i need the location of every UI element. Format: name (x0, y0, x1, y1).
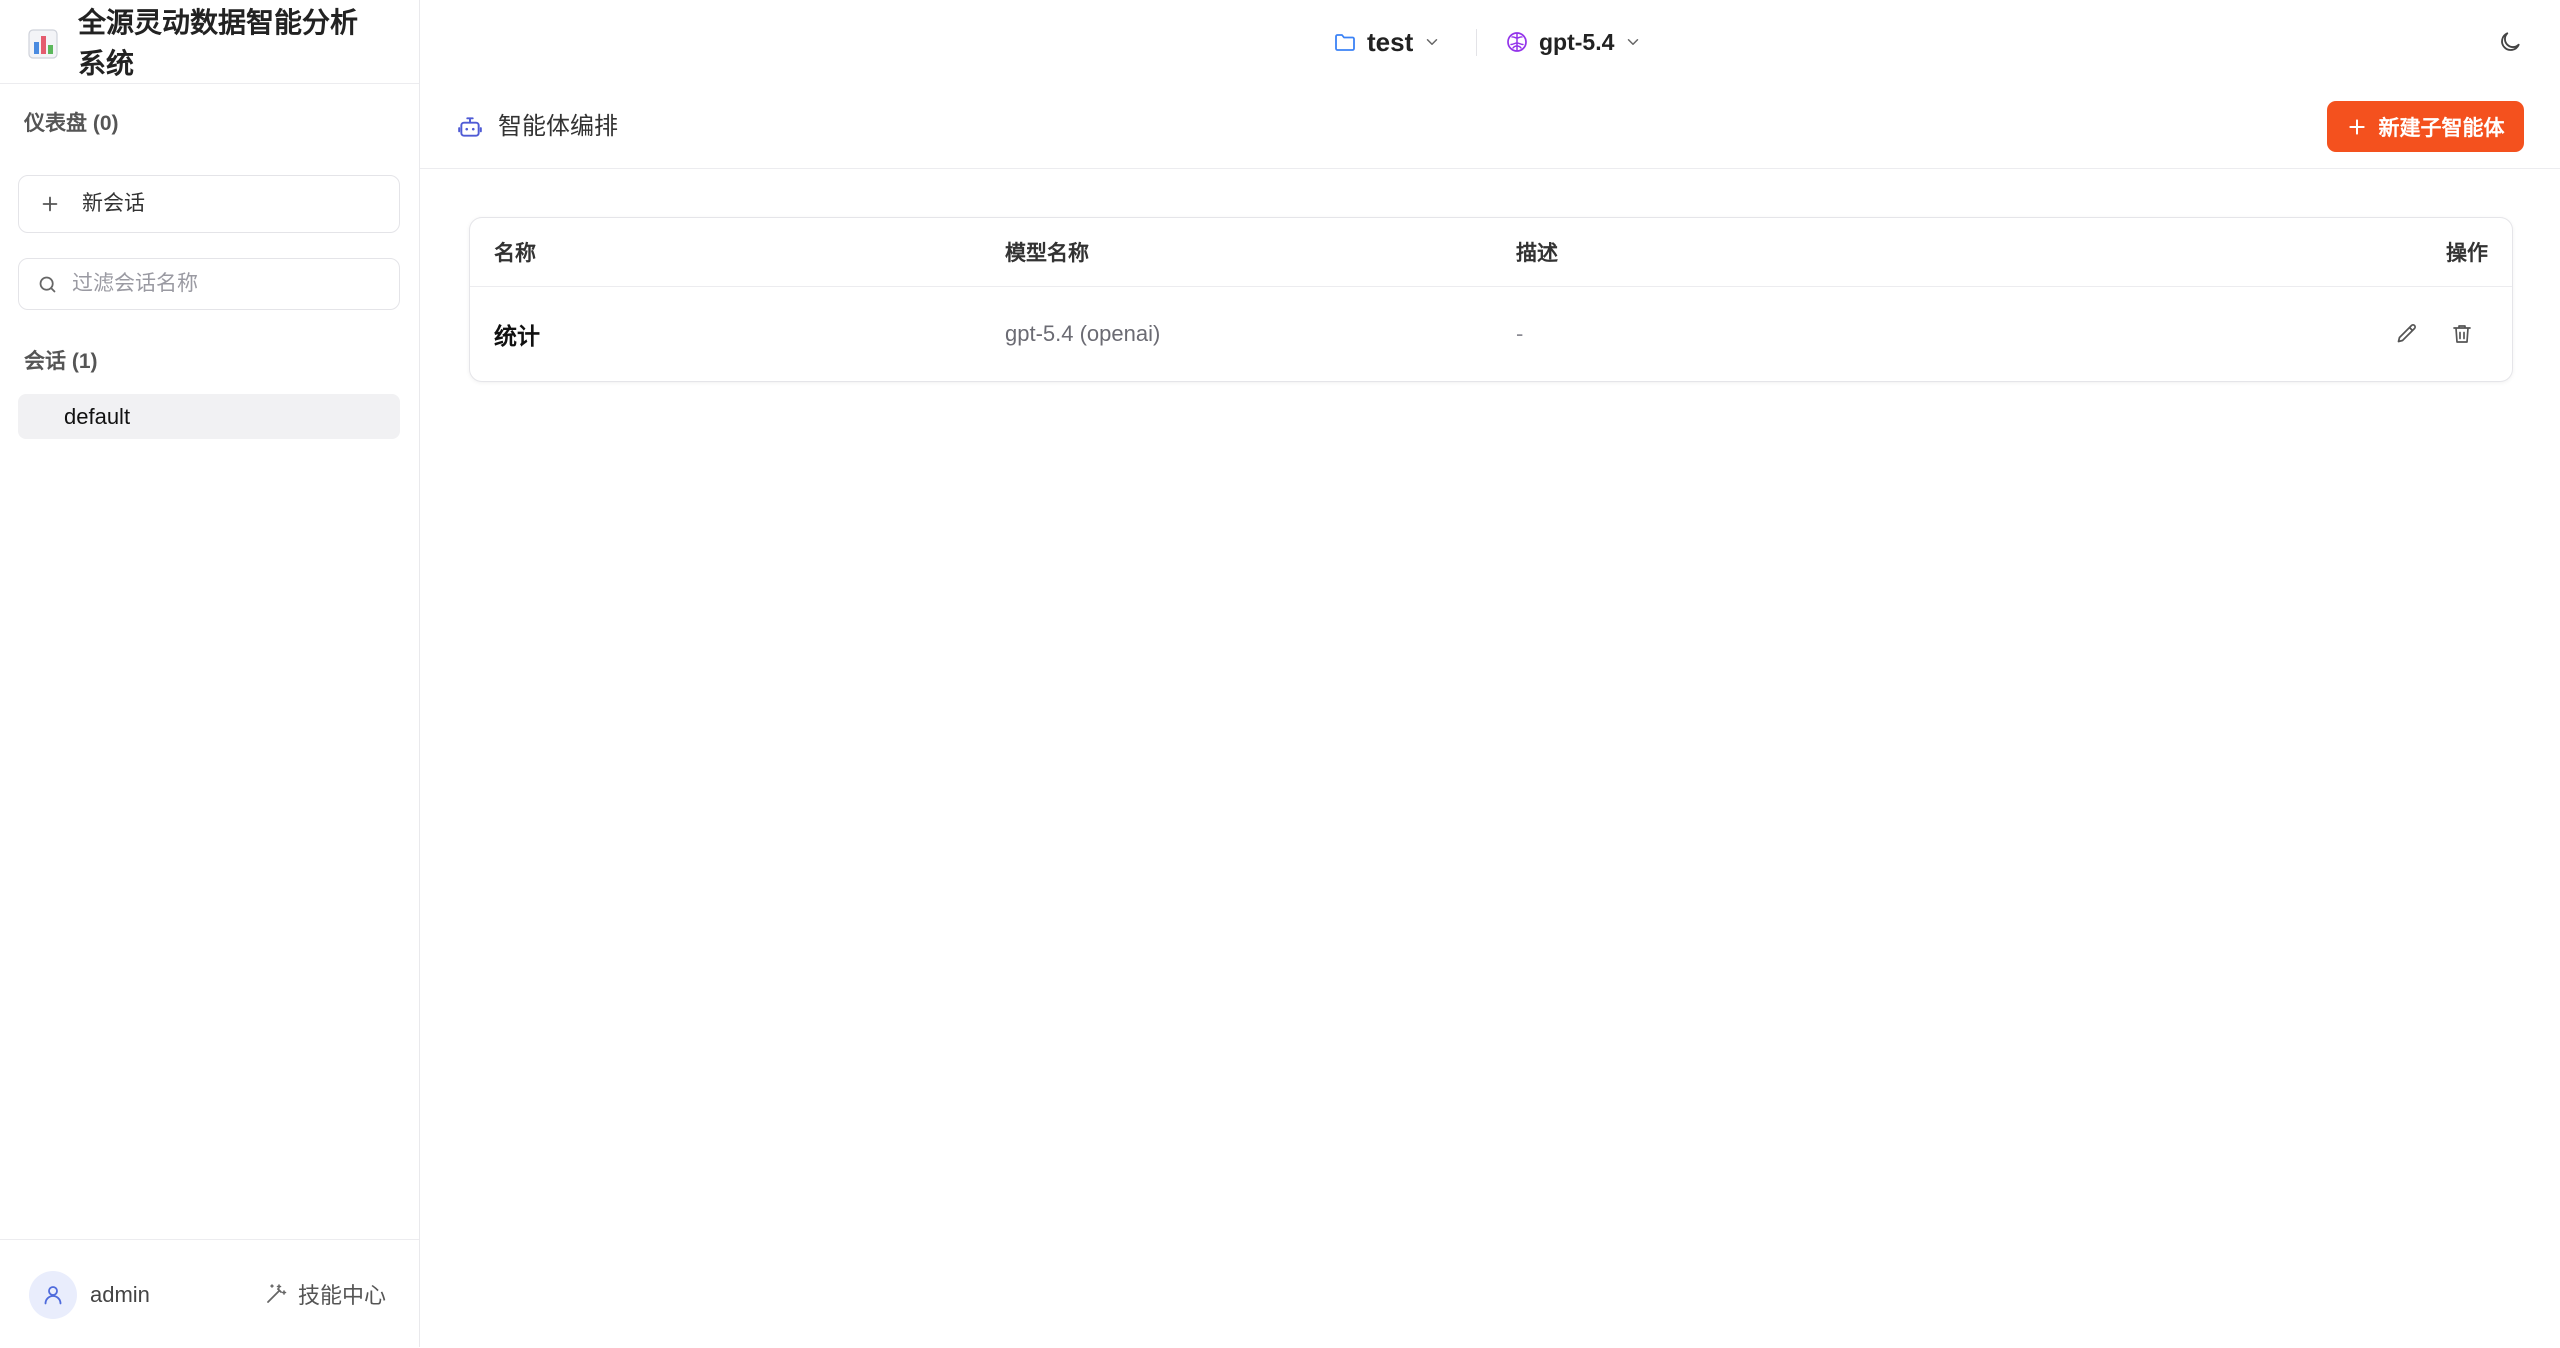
delete-button[interactable] (2450, 322, 2474, 346)
avatar[interactable] (29, 1271, 77, 1319)
skills-center-button[interactable]: 技能中心 (264, 1276, 386, 1312)
plus-icon (39, 193, 61, 215)
column-header-label: 操作 (2446, 242, 2488, 265)
agent-name: 统计 (494, 323, 540, 349)
cell-description: - (1516, 287, 1523, 381)
bar-chart-icon (27, 28, 59, 60)
agent-model: gpt-5.4 (openai) (1005, 321, 1161, 346)
column-header-actions: 操作 (2446, 218, 2488, 286)
table-header-row: 名称 模型名称 描述 操作 (470, 218, 2512, 287)
model-selector[interactable]: gpt-5.4 (1505, 22, 1642, 62)
column-header-label: 描述 (1516, 242, 1558, 265)
brain-icon (1507, 32, 1527, 52)
project-selector[interactable]: test (1333, 22, 1441, 62)
sidebar: 全源灵动数据智能分析系统 仪表盘 (0) 新会话 会话 (1) default … (0, 0, 420, 1347)
user-icon (44, 1286, 62, 1305)
agents-table: 名称 模型名称 描述 操作 统计 gpt-5.4 (openai) - (469, 217, 2513, 382)
column-header-label: 模型名称 (1005, 242, 1089, 265)
column-header-name: 名称 (494, 218, 536, 286)
theme-toggle-button[interactable] (2497, 29, 2523, 55)
new-sub-agent-button[interactable]: 新建子智能体 (2327, 101, 2524, 152)
dashboard-label[interactable]: 仪表盘 (0) (24, 109, 119, 139)
page-header-divider (420, 168, 2560, 169)
wand-icon (267, 1284, 287, 1303)
new-sub-agent-label: 新建子智能体 (2378, 116, 2505, 140)
sidebar-footer: admin 技能中心 (0, 1239, 419, 1348)
model-name: gpt-5.4 (1539, 28, 1615, 55)
sessions-label: 会话 (1) (24, 350, 98, 373)
folder-icon (1335, 34, 1355, 51)
moon-icon (2501, 32, 2520, 51)
brand-header: 全源灵动数据智能分析系统 (0, 0, 419, 84)
skills-center-label: 技能中心 (298, 1283, 387, 1308)
column-header-model: 模型名称 (1005, 218, 1089, 286)
chevron-down-icon (1427, 39, 1438, 45)
app-title: 全源灵动数据智能分析系统 (78, 7, 359, 79)
new-chat-button[interactable]: 新会话 (18, 175, 400, 233)
session-name: default (64, 404, 131, 429)
topbar-divider (1476, 29, 1477, 56)
pencil-icon (2397, 324, 2416, 343)
cell-actions (2395, 287, 2474, 381)
new-chat-label: 新会话 (82, 192, 145, 215)
search-input[interactable] (72, 259, 382, 309)
trash-icon (2453, 325, 2471, 343)
user-name[interactable]: admin (90, 1278, 150, 1312)
edit-button[interactable] (2395, 322, 2419, 346)
cell-model: gpt-5.4 (openai) (1005, 287, 1160, 381)
project-name: test (1367, 26, 1414, 57)
chevron-down-icon (1628, 39, 1639, 45)
page-title: 智能体编排 (498, 113, 618, 140)
agent-description: - (1516, 321, 1524, 346)
session-item-default[interactable]: default (18, 394, 400, 439)
table-row: 统计 gpt-5.4 (openai) - (470, 287, 2512, 381)
column-header-label: 名称 (494, 242, 536, 265)
cell-name: 统计 (494, 287, 540, 381)
session-search (18, 258, 400, 310)
column-header-description: 描述 (1516, 218, 1558, 286)
robot-icon (457, 114, 483, 140)
search-icon (37, 274, 58, 295)
plus-icon (2348, 118, 2365, 135)
